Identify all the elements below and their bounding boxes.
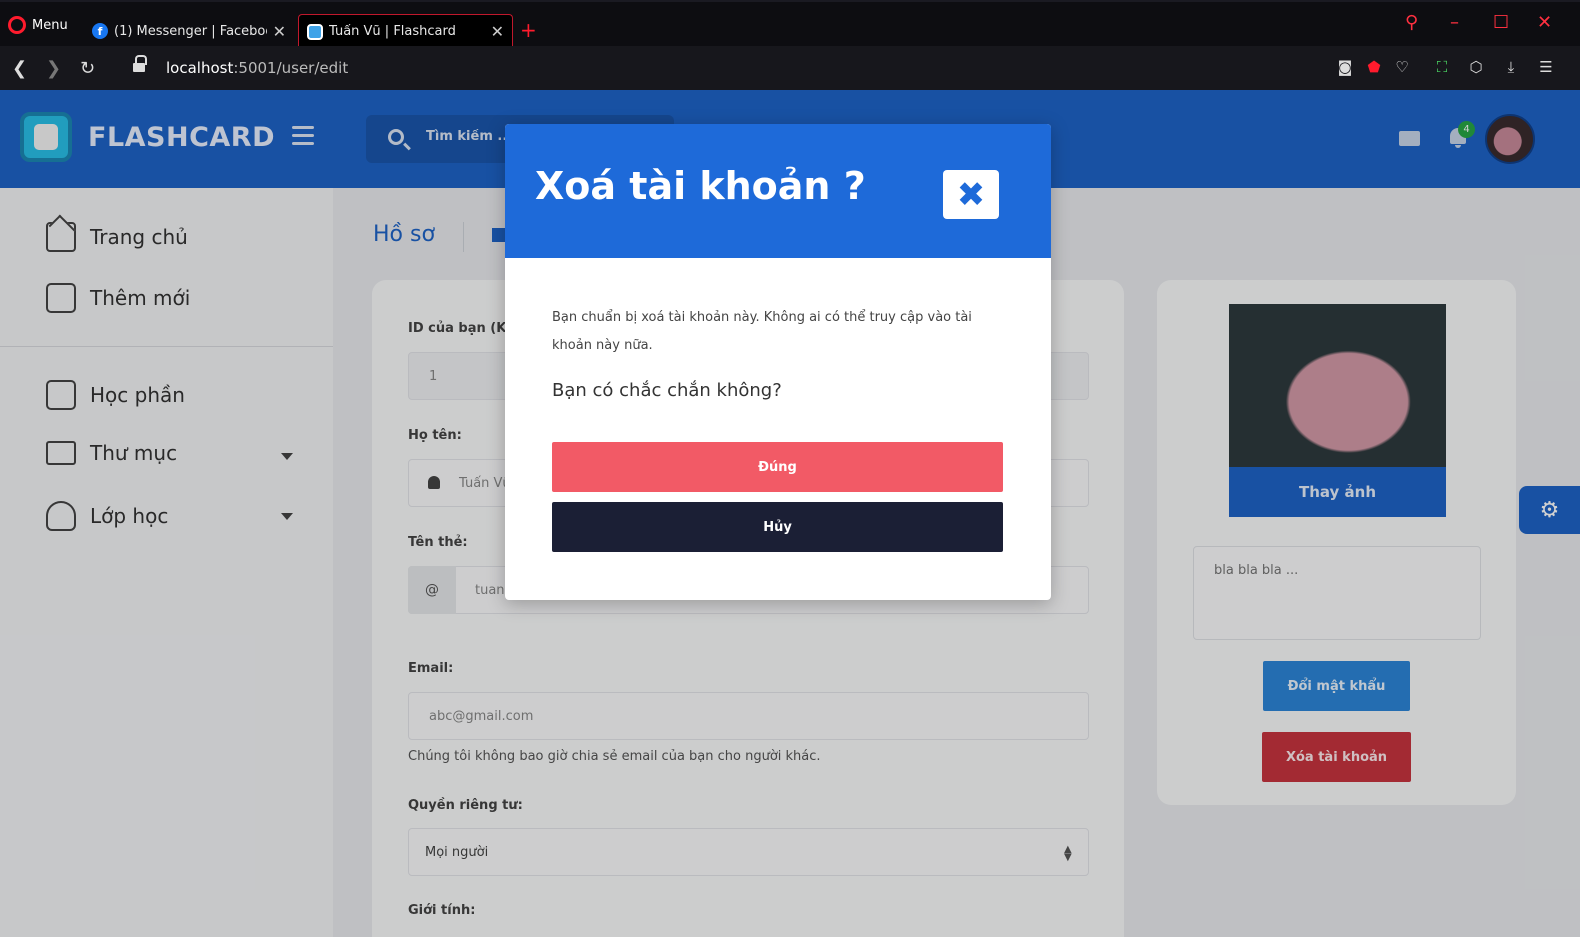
url-field[interactable]: localhost:5001/user/edit [166,59,348,77]
tab-messenger[interactable]: f (1) Messenger | Facebook ✕ [84,14,294,48]
flashcard-favicon-icon [307,23,323,40]
new-tab-button[interactable]: + [520,18,537,42]
minimize-icon[interactable]: – [1450,12,1459,33]
box-icon[interactable]: ⬡ [1467,58,1485,76]
settings-menu-icon[interactable]: ☰ [1537,58,1555,76]
camera-icon[interactable]: ◙ [1336,58,1354,76]
tab-flashcard[interactable]: Tuấn Vũ | Flashcard ✕ [298,14,513,48]
modal-title: Xoá tài khoản ? [535,164,866,208]
close-window-icon[interactable]: ✕ [1537,12,1552,33]
download-icon[interactable]: ⤓ [1502,58,1520,76]
maximize-icon[interactable]: ☐ [1493,12,1509,33]
browser-menu-label: Menu [32,17,68,33]
address-bar: ❮ ❯ ↻ localhost:5001/user/edit ◙ ⬟ ♡ ⛶ ⬡… [0,46,1580,90]
shield-icon[interactable]: ⬟ [1365,58,1383,76]
modal-question: Bạn có chắc chắn không? [552,380,782,401]
browser-menu-button[interactable]: Menu [8,16,68,34]
url-host: localhost [166,59,234,77]
modal-header: Xoá tài khoản ? ✖ [505,124,1051,258]
forward-icon[interactable]: ❯ [46,58,61,79]
confirm-button[interactable]: Đúng [552,442,1003,492]
tab-title: (1) Messenger | Facebook [114,23,267,39]
search-tabs-icon[interactable]: ⚲ [1405,12,1418,33]
heart-icon[interactable]: ♡ [1393,58,1411,76]
delete-account-modal: Xoá tài khoản ? ✖ Bạn chuẩn bị xoá tài k… [505,124,1051,600]
modal-message: Bạn chuẩn bị xoá tài khoản này. Không ai… [552,310,972,353]
browser-tab-bar: Menu f (1) Messenger | Facebook ✕ Tuấn V… [0,0,1580,48]
cancel-button[interactable]: Hủy [552,502,1003,552]
url-path: :5001/user/edit [233,59,349,77]
back-icon[interactable]: ❮ [12,58,27,79]
opera-logo-icon [8,16,26,34]
facebook-icon: f [92,23,108,39]
close-tab-icon[interactable]: ✕ [273,22,286,41]
close-button[interactable]: ✖ [943,170,999,219]
snapshot-icon[interactable]: ⛶ [1433,58,1451,76]
close-tab-icon[interactable]: ✕ [491,22,504,41]
close-icon: ✖ [956,174,986,215]
tab-title: Tuấn Vũ | Flashcard [329,24,456,39]
reload-icon[interactable]: ↻ [80,58,95,79]
lock-icon [133,55,147,74]
